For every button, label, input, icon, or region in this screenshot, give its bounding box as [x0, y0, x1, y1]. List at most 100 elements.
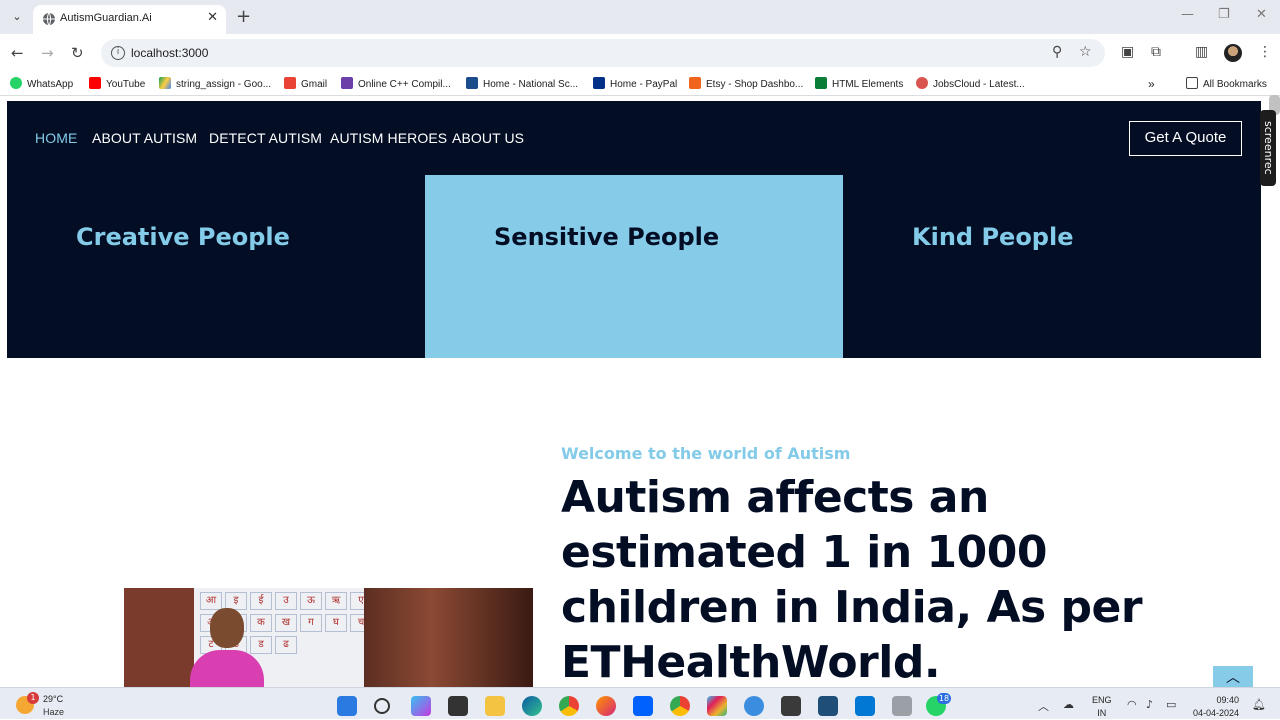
bookmark-html-elements[interactable]: HTML Elements — [815, 77, 903, 90]
language-code: ENG — [1092, 695, 1112, 705]
etsy-icon — [689, 77, 701, 89]
bookmark-label: Gmail — [301, 79, 328, 90]
chart-letter-cell: ढ — [275, 636, 297, 654]
bookmark-gmail[interactable]: Gmail — [284, 77, 327, 90]
zoom-icon[interactable]: ⚲ — [1052, 44, 1062, 60]
profile-avatar[interactable] — [1224, 44, 1242, 62]
wooden-door — [364, 588, 533, 687]
weather-badge: 1 — [27, 692, 39, 704]
page-viewport: HOME ABOUT AUTISM DETECT AUTISM AUTISM H… — [0, 97, 1280, 687]
browser-tab-strip: ⌄ AutismGuardian.Ai ✕ + — ❐ ✕ — [0, 0, 1280, 34]
bookmark-label: YouTube — [106, 79, 146, 90]
screenrec-widget[interactable]: screenrec — [1260, 110, 1276, 186]
browser-toolbar: ← → ↻ i localhost:3000 ⚲ ☆ ▣ ⧉ ▥ ⋮ — [0, 34, 1280, 72]
bookmark-youtube[interactable]: YouTube — [89, 77, 145, 90]
chart-letter-cell: घ — [325, 614, 347, 632]
minimize-icon[interactable]: — — [1181, 7, 1194, 22]
nav-link-autism-heroes[interactable]: AUTISM HEROES — [330, 130, 447, 146]
feature-strip: Creative People Sensitive People Kind Pe… — [7, 175, 1261, 358]
language-indicator[interactable]: ENG IN — [1092, 694, 1112, 720]
copilot-icon[interactable] — [411, 696, 431, 716]
snipping-tool-icon[interactable] — [892, 696, 912, 716]
gmail-icon — [284, 77, 296, 89]
edge-icon[interactable] — [522, 696, 542, 716]
feature-title: Sensitive People — [494, 223, 720, 251]
bookmark-google-drive[interactable]: string_assign - Goo... — [159, 77, 271, 90]
back-icon[interactable]: ← — [11, 44, 24, 62]
database-tool-icon[interactable] — [818, 696, 838, 716]
paypal-icon — [593, 77, 605, 89]
bookmark-jobscloud[interactable]: JobsCloud - Latest... — [916, 77, 1025, 90]
nav-link-about-autism[interactable]: ABOUT AUTISM — [92, 130, 197, 146]
youtube-icon — [89, 77, 101, 89]
all-bookmarks[interactable]: All Bookmarks — [1186, 77, 1267, 90]
forward-icon[interactable]: → — [41, 44, 54, 62]
firefox-icon[interactable] — [596, 696, 616, 716]
wifi-icon[interactable]: ◠ — [1127, 698, 1137, 711]
cloud-sync-icon[interactable]: ☁ — [1063, 698, 1074, 711]
volume-icon[interactable]: ♪ — [1146, 698, 1153, 711]
chrome-icon[interactable] — [559, 696, 579, 716]
all-bookmarks-label: All Bookmarks — [1203, 79, 1267, 90]
bookmarks-bar: WhatsApp YouTube string_assign - Goo... … — [0, 72, 1280, 96]
menu-icon[interactable]: ⋮ — [1258, 44, 1272, 60]
bookmark-star-icon[interactable]: ☆ — [1079, 44, 1092, 60]
bookmark-online-compiler[interactable]: Online C++ Compil... — [341, 77, 451, 90]
site-navbar: HOME ABOUT AUTISM DETECT AUTISM AUTISM H… — [7, 101, 1261, 175]
os-taskbar: 1 29°C Haze 18 ︿ ☁ ENG IN ◠ ♪ ▭ 09:40 04… — [0, 687, 1280, 719]
weather-temperature: 29°C — [43, 694, 64, 704]
reload-icon[interactable]: ↻ — [71, 44, 84, 62]
bookmark-national-scholarship[interactable]: Home - National Sc... — [466, 77, 578, 90]
url-text[interactable]: localhost:3000 — [131, 46, 208, 60]
person-head — [210, 608, 244, 648]
side-panel-icon[interactable]: ▥ — [1195, 44, 1208, 60]
bookmark-paypal[interactable]: Home - PayPal — [593, 77, 677, 90]
drive-icon — [159, 77, 171, 89]
clock-time: 09:40 — [1216, 695, 1240, 705]
section-eyebrow: Welcome to the world of Autism — [561, 444, 851, 463]
browser-tab[interactable]: AutismGuardian.Ai ✕ — [33, 5, 226, 34]
system-clock[interactable]: 09:40 04-04-2024 — [1193, 694, 1239, 720]
section-headline: Autism affects an estimated 1 in 1000 ch… — [561, 472, 1143, 687]
extensions-icon[interactable]: ⧉ — [1151, 44, 1161, 60]
scroll-to-top-button[interactable]: ︿ — [1213, 666, 1253, 687]
get-a-quote-button[interactable]: Get A Quote — [1129, 121, 1242, 156]
bookmark-label: HTML Elements — [832, 79, 904, 90]
feature-card-sensitive: Sensitive People — [425, 175, 843, 358]
nav-link-home[interactable]: HOME — [35, 130, 77, 146]
vscode-icon[interactable] — [855, 696, 875, 716]
classroom-photo: आइईउऊऋएऐओऔअंअःकखगघचछजझटठडढ — [124, 588, 533, 687]
bookmark-label: Home - PayPal — [610, 79, 678, 90]
bookmark-whatsapp[interactable]: WhatsApp — [10, 77, 73, 90]
bookmark-etsy[interactable]: Etsy - Shop Dashbo... — [689, 77, 803, 90]
start-icon[interactable] — [337, 696, 357, 716]
file-explorer-icon[interactable] — [485, 696, 505, 716]
dropbox-icon[interactable] — [633, 696, 653, 716]
whatsapp-unread-badge: 18 — [937, 693, 951, 704]
nav-link-about-us[interactable]: ABOUT US — [452, 130, 524, 146]
chrome-profile-icon[interactable] — [670, 696, 690, 716]
site-info-icon[interactable]: i — [111, 46, 125, 60]
show-hidden-icons[interactable]: ︿ — [1038, 698, 1049, 714]
settings-app-icon[interactable] — [744, 696, 764, 716]
task-view-icon[interactable] — [448, 696, 468, 716]
new-tab-icon[interactable]: + — [236, 7, 251, 27]
close-window-icon[interactable]: ✕ — [1256, 7, 1267, 22]
more-bookmarks-icon[interactable]: » — [1148, 77, 1155, 91]
feature-title: Creative People — [76, 223, 290, 251]
nav-link-detect-autism[interactable]: DETECT AUTISM — [209, 130, 322, 146]
restore-icon[interactable]: ❐ — [1218, 7, 1230, 22]
bookmark-label: Online C++ Compil... — [358, 79, 451, 90]
clock-date: 04-04-2024 — [1193, 708, 1240, 718]
tab-search-icon[interactable]: ⌄ — [6, 7, 28, 27]
search-icon[interactable] — [374, 698, 390, 714]
notification-bell-icon[interactable]: 🔔︎ — [1252, 698, 1266, 711]
jobscloud-icon — [916, 77, 928, 89]
address-bar[interactable]: i localhost:3000 ⚲ ☆ — [101, 39, 1105, 67]
whatsapp-icon — [10, 77, 22, 89]
sublime-text-icon[interactable] — [781, 696, 801, 716]
picture-in-picture-icon[interactable]: ▣ — [1121, 44, 1134, 60]
slack-icon[interactable] — [707, 696, 727, 716]
close-tab-icon[interactable]: ✕ — [207, 10, 218, 25]
battery-icon[interactable]: ▭ — [1166, 698, 1176, 711]
